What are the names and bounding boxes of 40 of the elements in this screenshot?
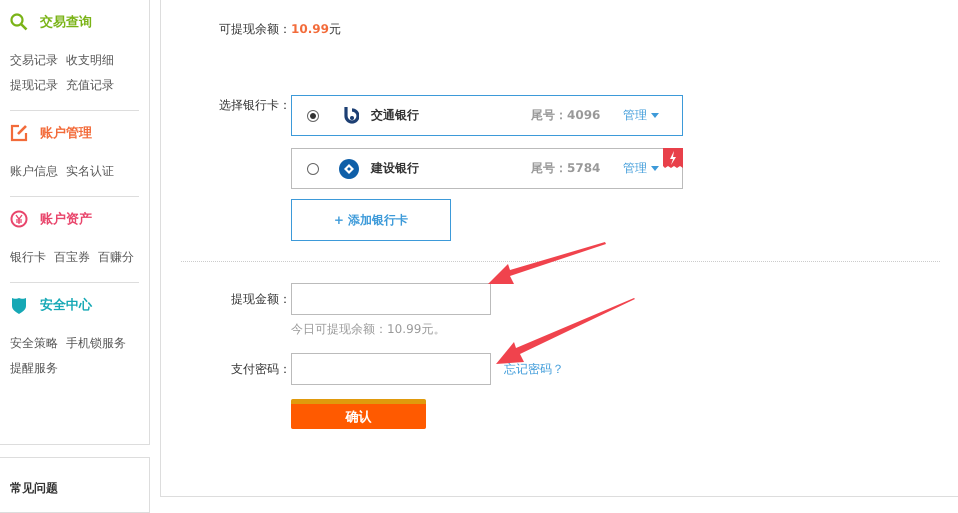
sidebar-link[interactable]: 安全策略 bbox=[10, 335, 58, 352]
card-tail-number: 尾号：5784 bbox=[531, 160, 602, 177]
card-tail-number: 尾号：4096 bbox=[531, 107, 602, 124]
sidebar-link[interactable]: 充值记录 bbox=[66, 77, 114, 94]
bank-card-option[interactable]: 交通银行 尾号：4096 管理 bbox=[291, 95, 683, 136]
balance-label: 可提现余额： bbox=[218, 21, 291, 38]
sidebar-link[interactable]: 账户信息 bbox=[10, 163, 58, 180]
bank-logo-icon bbox=[339, 158, 359, 178]
section-title: 交易查询 bbox=[40, 14, 92, 31]
bank-card-option[interactable]: 建设银行 尾号：5784 管理 bbox=[291, 148, 683, 189]
amount-label: 提现金额： bbox=[230, 291, 291, 308]
edit-icon bbox=[10, 124, 28, 142]
sidebar-link[interactable]: 交易记录 bbox=[10, 52, 58, 69]
sidebar-link[interactable]: 银行卡 bbox=[10, 249, 46, 266]
shield-icon bbox=[10, 296, 28, 314]
radio-button[interactable] bbox=[307, 162, 319, 174]
balance-value: 10.99元 bbox=[291, 21, 341, 38]
amount-hint: 今日可提现余额：10.99元。 bbox=[291, 321, 446, 338]
sidebar-link[interactable]: 提醒服务 bbox=[10, 360, 58, 377]
yuan-icon bbox=[10, 210, 28, 228]
bank-select-label: 选择银行卡： bbox=[218, 97, 291, 114]
sidebar-link[interactable]: 百赚分 bbox=[98, 249, 134, 266]
bank-name: 交通银行 bbox=[371, 107, 420, 124]
section-title: 账户资产 bbox=[40, 210, 92, 228]
password-label: 支付密码： bbox=[230, 361, 291, 378]
sidebar-link[interactable]: 收支明细 bbox=[66, 52, 114, 69]
sidebar-link[interactable]: 提现记录 bbox=[10, 77, 58, 94]
bank-name: 建设银行 bbox=[371, 160, 420, 177]
section-title: 账户管理 bbox=[40, 124, 92, 142]
caret-icon bbox=[651, 113, 659, 118]
sidebar-link[interactable]: 实名认证 bbox=[66, 163, 114, 180]
faq-title: 常见问题 bbox=[10, 480, 59, 497]
sidebar-link[interactable]: 手机锁服务 bbox=[66, 335, 126, 352]
section-title: 安全中心 bbox=[40, 296, 92, 314]
amount-input[interactable] bbox=[291, 283, 491, 315]
password-input[interactable] bbox=[291, 353, 491, 385]
sidebar-link[interactable]: 百宝券 bbox=[54, 249, 90, 266]
search-icon bbox=[10, 13, 28, 31]
radio-button[interactable] bbox=[307, 110, 319, 122]
caret-icon bbox=[651, 166, 659, 171]
